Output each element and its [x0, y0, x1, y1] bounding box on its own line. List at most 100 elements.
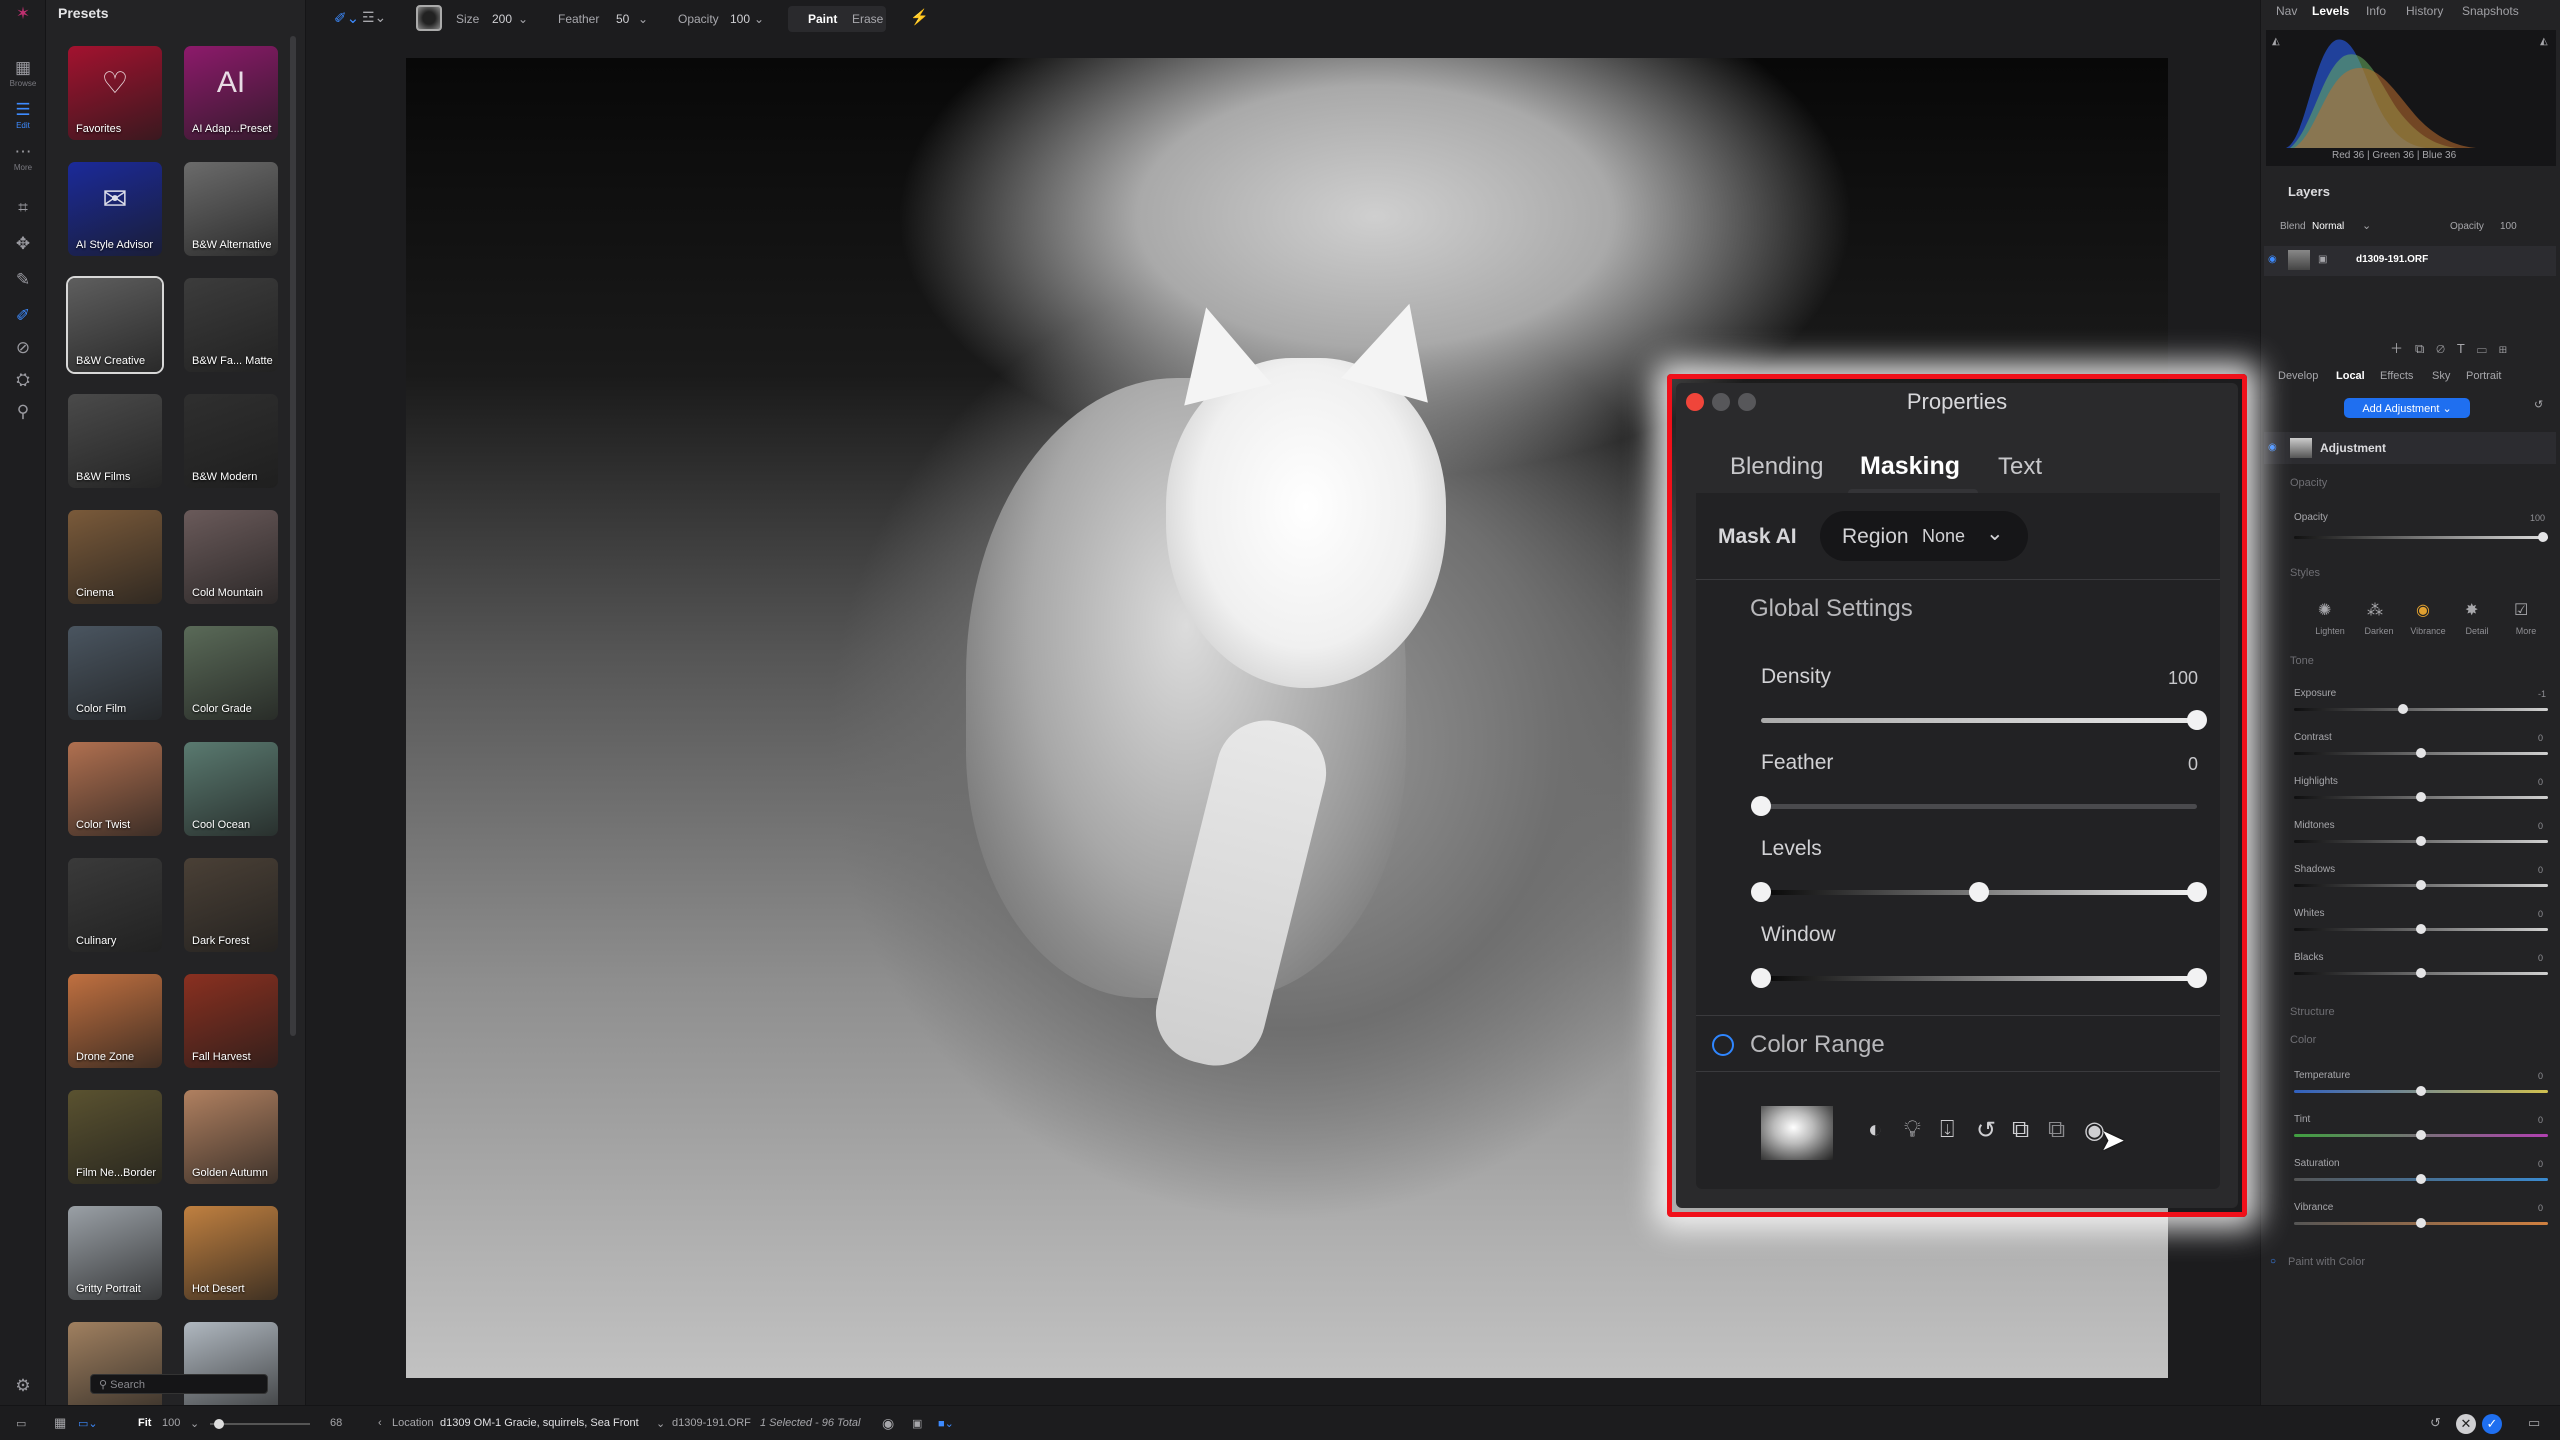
preset-tile[interactable]: Cool Ocean: [184, 742, 278, 836]
preset-tile[interactable]: ♡ Favorites: [68, 46, 162, 140]
tab-nav[interactable]: Nav: [2276, 4, 2297, 18]
preset-tile[interactable]: Film Ne...Border: [68, 1090, 162, 1184]
visibility-icon[interactable]: ◉: [2268, 442, 2277, 453]
slider-knob[interactable]: [1969, 882, 1989, 902]
tab-sky[interactable]: Sky: [2432, 370, 2450, 382]
tab-portrait[interactable]: Portrait: [2466, 370, 2501, 382]
preset-tile[interactable]: B&W Creative: [68, 278, 162, 372]
paste-mask-icon[interactable]: ⧉: [2048, 1116, 2065, 1144]
magic-wand-icon[interactable]: ⚡: [910, 8, 929, 26]
feather-value[interactable]: 50: [616, 12, 629, 26]
panel-toggle-icon[interactable]: ▭: [2528, 1415, 2540, 1431]
confirm-icon[interactable]: ✓: [2482, 1414, 2502, 1434]
copy-mask-icon[interactable]: ⧉: [2012, 1116, 2029, 1144]
preset-tile[interactable]: [68, 1322, 162, 1416]
tab-snapshots[interactable]: Snapshots: [2462, 4, 2519, 18]
edit-tool[interactable]: ☰ Edit: [8, 100, 38, 130]
browse-tool[interactable]: ▦ Browse: [8, 58, 38, 88]
mask-brush-icon[interactable]: ✐: [8, 306, 38, 326]
color-range-radio[interactable]: [1712, 1034, 1734, 1056]
adjustment-slider[interactable]: [2294, 880, 2548, 890]
stamp-icon[interactable]: ⛭: [8, 370, 38, 390]
preset-tile[interactable]: AI AI Adap...Preset: [184, 46, 278, 140]
highlight-clip-icon[interactable]: ◭: [2540, 36, 2548, 47]
detail-icon[interactable]: ✸: [2465, 600, 2478, 620]
grid-view-icon[interactable]: ▦: [54, 1415, 66, 1431]
zoom-value[interactable]: 100: [162, 1417, 180, 1429]
pin-icon[interactable]: ⍗: [1940, 1116, 1954, 1144]
tab-info[interactable]: Info: [2366, 4, 2386, 18]
thumbnail-size-slider[interactable]: [210, 1419, 310, 1429]
slider-knob[interactable]: [2416, 792, 2426, 802]
slider-knob[interactable]: [2416, 968, 2426, 978]
adjustment-slider[interactable]: [2294, 792, 2548, 802]
preset-tile[interactable]: Color Grade: [184, 626, 278, 720]
slider-knob[interactable]: [2416, 1086, 2426, 1096]
clone-icon[interactable]: ⊘: [8, 338, 38, 358]
blend-select[interactable]: Normal: [2312, 221, 2344, 232]
window-slider[interactable]: [1751, 968, 2207, 988]
more-tool[interactable]: ⋯ More: [8, 142, 38, 172]
tab-masking[interactable]: Masking: [1860, 452, 1960, 481]
adjustment-slider[interactable]: [2294, 836, 2548, 846]
eye-icon[interactable]: ◉: [882, 1415, 894, 1432]
slider-knob[interactable]: [2416, 1130, 2426, 1140]
preset-tile[interactable]: Fall Harvest: [184, 974, 278, 1068]
paint-color-radio-icon[interactable]: ○: [2270, 1256, 2276, 1267]
shadow-clip-icon[interactable]: ◭: [2272, 36, 2280, 47]
slider-knob[interactable]: [1751, 796, 1771, 816]
levels-slider[interactable]: [1751, 882, 2207, 902]
layer-actions-icons[interactable]: ＋⧉⌀T▭⊞: [2390, 338, 2519, 357]
preset-tile[interactable]: ✉ AI Style Advisor: [68, 162, 162, 256]
darken-icon[interactable]: ⁂: [2367, 600, 2383, 620]
vibrance-icon[interactable]: ◉: [2416, 600, 2430, 620]
panel-toggle-icon[interactable]: ▭: [16, 1417, 26, 1430]
slider-knob[interactable]: [2416, 1218, 2426, 1228]
visibility-icon[interactable]: ◉: [2268, 254, 2277, 265]
preset-tile[interactable]: Color Twist: [68, 742, 162, 836]
zoom-icon[interactable]: ⚲: [8, 402, 38, 422]
adjustment-slider[interactable]: [2294, 748, 2548, 758]
brush-icon[interactable]: ✎: [8, 270, 38, 290]
mask-brush-icon[interactable]: ✐⌄: [334, 9, 359, 27]
help-icon[interactable]: ⚙: [8, 1376, 38, 1396]
move-icon[interactable]: ✥: [8, 234, 38, 254]
bulb-icon[interactable]: 💡︎: [1904, 1116, 1921, 1144]
reset-icon[interactable]: ↺: [2534, 398, 2543, 411]
invert-mask-icon[interactable]: ◐: [1868, 1116, 1883, 1144]
chevron-down-icon[interactable]: ⌄: [656, 1417, 665, 1430]
more-icon[interactable]: ☑: [2514, 600, 2528, 620]
tab-text[interactable]: Text: [1998, 453, 2042, 481]
tab-blending[interactable]: Blending: [1730, 453, 1823, 481]
adjustment-slider[interactable]: [2294, 1130, 2548, 1140]
slider-knob[interactable]: [2416, 1174, 2426, 1184]
lighten-icon[interactable]: ✺: [2318, 600, 2331, 620]
opacity-value[interactable]: 100: [730, 12, 750, 26]
adjustment-slider[interactable]: [2294, 968, 2548, 978]
preset-tile[interactable]: B&W Fa... Matte: [184, 278, 278, 372]
tab-levels[interactable]: Levels: [2312, 4, 2349, 18]
fit-label[interactable]: Fit: [138, 1417, 151, 1429]
erase-button[interactable]: Erase: [852, 12, 883, 26]
preset-tile[interactable]: B&W Alternative: [184, 162, 278, 256]
preset-tile[interactable]: B&W Modern: [184, 394, 278, 488]
adjustment-slider[interactable]: [2294, 704, 2548, 714]
chevron-down-icon[interactable]: ⌄: [754, 12, 764, 26]
slider-knob[interactable]: [2416, 836, 2426, 846]
slider-knob[interactable]: [2416, 880, 2426, 890]
slider-knob[interactable]: [1751, 882, 1771, 902]
opacity-slider[interactable]: [2294, 532, 2548, 542]
preset-tile[interactable]: Color Film: [68, 626, 162, 720]
preset-tile[interactable]: Drone Zone: [68, 974, 162, 1068]
compare-icon[interactable]: ▣: [912, 1417, 922, 1430]
mask-thumbnail[interactable]: [1761, 1106, 1833, 1160]
preset-tile[interactable]: Culinary: [68, 858, 162, 952]
add-adjustment-button[interactable]: Add Adjustment ⌄: [2344, 398, 2470, 418]
preset-tile[interactable]: Gritty Portrait: [68, 1206, 162, 1300]
adjustment-slider[interactable]: [2294, 1086, 2548, 1096]
cancel-icon[interactable]: ✕: [2456, 1414, 2476, 1434]
chevron-down-icon[interactable]: ⌄: [2362, 219, 2371, 232]
preset-tile[interactable]: [184, 1322, 278, 1416]
chevron-down-icon[interactable]: ⌄: [190, 1417, 199, 1430]
paint-button[interactable]: Paint: [808, 12, 837, 26]
